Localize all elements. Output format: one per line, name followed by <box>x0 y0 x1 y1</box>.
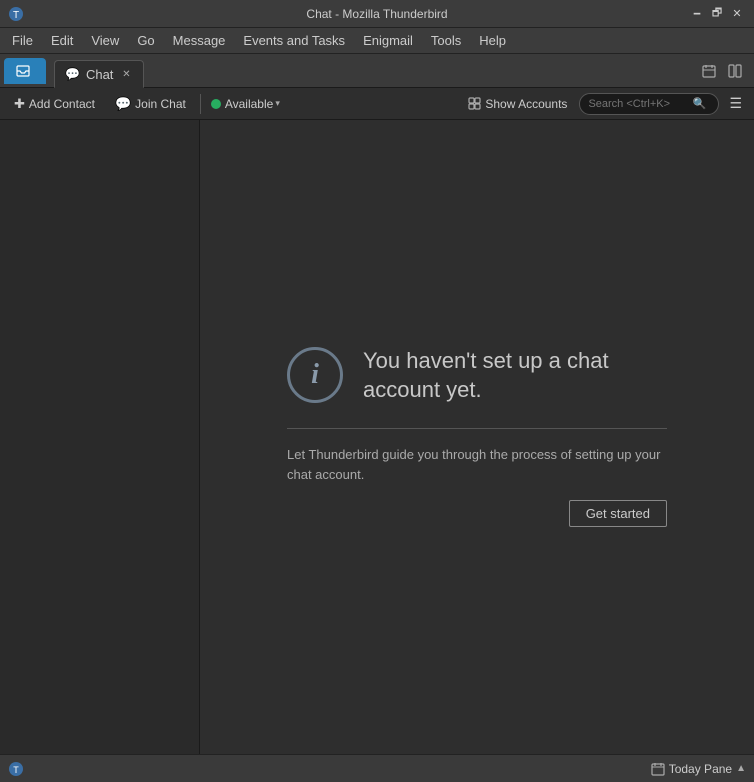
layout-button[interactable] <box>724 60 746 82</box>
chat-tab-close-button[interactable]: ✕ <box>119 67 133 81</box>
statusbar-left: T <box>8 761 24 777</box>
separator-1 <box>200 94 201 114</box>
sidebar <box>0 120 200 754</box>
chat-setup-card: i You haven't set up a chat account yet.… <box>267 327 687 547</box>
layout-icon <box>728 64 742 78</box>
menu-enigmail[interactable]: Enigmail <box>355 30 421 52</box>
chat-setup-description: Let Thunderbird guide you through the pr… <box>287 445 667 484</box>
get-started-button[interactable]: Get started <box>569 500 667 527</box>
menu-tools[interactable]: Tools <box>423 30 469 52</box>
add-contact-icon: ✚ <box>14 96 25 112</box>
add-contact-label: Add Contact <box>29 97 95 111</box>
menu-message[interactable]: Message <box>165 30 234 52</box>
titlebar: T Chat - Mozilla Thunderbird 🗕 🗗 ✕ <box>0 0 754 28</box>
chat-setup-top: i You haven't set up a chat account yet. <box>287 347 667 404</box>
status-text: Available <box>225 97 273 111</box>
status-area: Available ▾ <box>211 97 280 111</box>
calendar-icon <box>702 64 716 78</box>
divider <box>287 428 667 429</box>
hamburger-menu-button[interactable]: ☰ <box>723 92 748 115</box>
statusbar: T Today Pane ▲ <box>0 754 754 782</box>
menu-go[interactable]: Go <box>129 30 162 52</box>
menu-events-tasks[interactable]: Events and Tasks <box>235 30 353 52</box>
close-button[interactable]: ✕ <box>728 5 746 23</box>
show-accounts-button[interactable]: Show Accounts <box>460 94 575 114</box>
status-dropdown[interactable]: Available ▾ <box>225 97 280 111</box>
show-accounts-label: Show Accounts <box>485 97 567 111</box>
menubar: File Edit View Go Message Events and Tas… <box>0 28 754 54</box>
window-title: Chat - Mozilla Thunderbird <box>0 7 754 21</box>
today-pane-icon <box>651 762 665 776</box>
search-icon: 🔍 <box>692 97 706 110</box>
main-area: i You haven't set up a chat account yet.… <box>0 120 754 754</box>
status-chevron-icon: ▾ <box>275 98 280 109</box>
show-accounts-icon <box>468 97 481 110</box>
inbox-tab[interactable] <box>4 58 46 84</box>
join-chat-button[interactable]: 💬 Join Chat <box>107 93 194 115</box>
tab-toolbar: 💬 Chat ✕ <box>0 54 754 88</box>
statusbar-app-icon: T <box>8 761 24 777</box>
calendar-button[interactable] <box>698 60 720 82</box>
tab-area: 💬 Chat ✕ <box>50 54 698 87</box>
chat-setup-title: You haven't set up a chat account yet. <box>363 347 667 404</box>
inbox-area <box>0 54 50 87</box>
svg-text:T: T <box>13 765 19 775</box>
menu-edit[interactable]: Edit <box>43 30 81 52</box>
today-pane-chevron-icon: ▲ <box>736 763 746 774</box>
search-input[interactable] <box>588 98 688 110</box>
info-circle-icon: i <box>287 347 343 403</box>
content-area: i You haven't set up a chat account yet.… <box>200 120 754 754</box>
status-dot <box>211 99 221 109</box>
join-chat-icon: 💬 <box>115 96 131 112</box>
minimize-button[interactable]: 🗕 <box>688 5 706 23</box>
chat-tab-label: Chat <box>86 67 113 82</box>
titlebar-left: T <box>8 6 24 22</box>
actionbar: ✚ Add Contact 💬 Join Chat Available ▾ Sh… <box>0 88 754 120</box>
svg-text:T: T <box>13 10 19 21</box>
info-i-letter: i <box>311 359 319 391</box>
window-controls: 🗕 🗗 ✕ <box>688 5 746 23</box>
chat-tab[interactable]: 💬 Chat ✕ <box>54 60 144 88</box>
today-pane-label: Today Pane <box>669 762 732 776</box>
menu-help[interactable]: Help <box>471 30 514 52</box>
chat-tab-icon: 💬 <box>65 67 80 81</box>
app-icon: T <box>8 6 24 22</box>
maximize-button[interactable]: 🗗 <box>708 5 726 23</box>
add-contact-button[interactable]: ✚ Add Contact <box>6 93 103 115</box>
today-pane-button[interactable]: Today Pane ▲ <box>651 762 746 776</box>
search-box[interactable]: 🔍 <box>579 93 719 115</box>
menu-view[interactable]: View <box>83 30 127 52</box>
inbox-icon <box>16 64 30 78</box>
join-chat-label: Join Chat <box>135 97 186 111</box>
menu-file[interactable]: File <box>4 30 41 52</box>
